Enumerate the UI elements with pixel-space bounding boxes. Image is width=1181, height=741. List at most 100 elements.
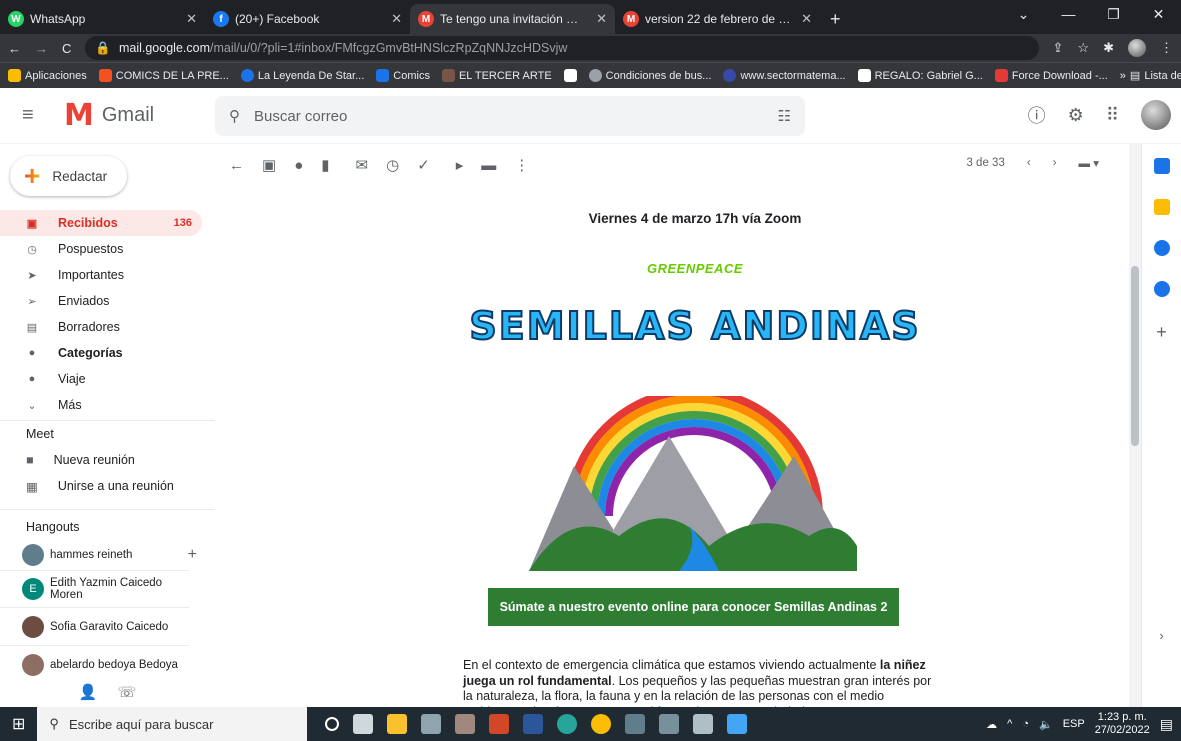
move-to-icon[interactable]: ▸ [456,156,464,174]
task-view-icon[interactable] [353,714,374,734]
older-icon[interactable]: › [1053,157,1057,169]
input-tools-icon[interactable]: ▬ ▾ [1079,156,1099,170]
search-options-icon[interactable]: ☷ [778,107,791,125]
bookmark-item[interactable]: COMICS DE LA PRE... [98,69,229,82]
sidebar-item-snoozed[interactable]: ◷ Pospuestos [0,236,202,262]
add-contact-icon[interactable]: + [188,546,197,564]
close-window-button[interactable]: ✕ [1136,0,1181,28]
share-icon[interactable]: ⇪ [1053,40,1064,56]
language-indicator[interactable]: ESP [1063,718,1085,730]
cortana-icon[interactable] [325,717,340,731]
app-icon[interactable] [557,714,578,734]
paint-icon[interactable] [421,714,442,734]
taskbar-search-input[interactable]: Escribe aquí para buscar [69,717,214,732]
add-task-icon[interactable]: ✓ [417,156,430,174]
back-icon[interactable]: ← [8,41,21,56]
snooze-icon[interactable]: ◷ [386,156,399,174]
tab-gmail-version[interactable]: M version 22 de febrero de piga - h ✕ [615,4,820,34]
close-tab-icon[interactable]: ✕ [391,11,402,27]
join-meeting-item[interactable]: ▦ Unirse a una reunión [0,473,215,499]
expand-panel-icon[interactable]: › [1159,628,1163,643]
search-input[interactable]: Buscar correo [254,108,764,125]
bookmark-item[interactable] [563,69,577,82]
tasks-icon[interactable] [1153,240,1170,256]
close-tab-icon[interactable]: ✕ [801,11,812,27]
more-options-icon[interactable]: ⋮ [514,156,529,174]
tab-whatsapp[interactable]: W WhatsApp ✕ [0,4,205,34]
clock[interactable]: 1:23 p. m. 27/02/2022 [1095,711,1150,737]
calculator-icon[interactable] [625,714,646,734]
search-bar[interactable]: ⚲ Buscar correo ☷ [215,96,805,136]
account-avatar[interactable] [1141,100,1171,130]
notifications-icon[interactable]: ▤ [1160,716,1173,733]
label-icon[interactable]: ▬ [481,157,496,174]
hangouts-contact[interactable]: hammes reineth + [0,540,197,570]
add-addon-icon[interactable]: + [1156,322,1167,343]
bookmark-item[interactable]: REGALO: Gabriel G... [857,69,983,82]
chevron-up-icon[interactable]: ^ [1007,718,1012,730]
sidebar-item-categories[interactable]: ● Categorías [0,340,202,366]
tab-gmail-invitation[interactable]: M Te tengo una invitación 🌈 - ham ✕ [410,4,615,34]
forward-icon[interactable]: → [35,41,48,56]
minimize-button[interactable]: — [1046,0,1091,28]
person-icon[interactable]: 👤 [79,683,98,707]
new-tab-button[interactable]: + [820,4,851,34]
calendar-icon[interactable] [1153,158,1170,174]
sidebar-item-drafts[interactable]: ▤ Borradores [0,314,202,340]
restore-button[interactable]: ❐ [1091,0,1136,28]
tab-facebook[interactable]: f (20+) Facebook ✕ [205,4,410,34]
sidebar-item-viaje[interactable]: ● Viaje [0,366,202,392]
close-tab-icon[interactable]: ✕ [186,11,197,27]
bookmark-star-icon[interactable]: ☆ [1077,40,1089,56]
hangouts-contact[interactable]: Sofia Garavito Caicedo [0,608,189,646]
settings-gear-icon[interactable]: ⚙ [1068,105,1084,126]
close-tab-icon[interactable]: ✕ [596,11,607,27]
windows-start-icon[interactable]: ⊞ [12,714,25,734]
mark-unread-icon[interactable]: ✉ [356,156,369,174]
reading-list[interactable]: »▤Lista de lectura [1120,69,1181,83]
file-explorer-icon[interactable] [387,714,408,734]
scrollbar-thumb[interactable] [1131,266,1139,446]
hangouts-phone-icon[interactable]: ☏ [117,683,136,707]
taskbar-search[interactable]: ⚲ Escribe aquí para buscar [37,707,308,741]
bookmark-item[interactable]: www.sectormatema... [723,69,846,82]
sidebar-item-more[interactable]: ⌄ Más [0,392,202,418]
volume-icon[interactable]: 🔈 [1039,718,1053,731]
email-scrollbar[interactable] [1129,144,1141,707]
network-icon[interactable]: ◔ [1022,718,1029,730]
new-meeting-item[interactable]: ■ Nueva reunión [0,447,215,473]
powerpoint-icon[interactable] [489,714,510,734]
bookmark-item[interactable]: Condiciones de bus... [588,69,711,82]
search-icon[interactable]: ⚲ [229,107,240,125]
app-icon[interactable] [455,714,476,734]
hangouts-contact[interactable]: E Edith Yazmin Caicedo Moren [0,570,189,608]
chrome-icon[interactable] [591,714,612,734]
keep-icon[interactable] [1153,199,1170,215]
app-icon[interactable] [693,714,714,734]
sidebar-item-important[interactable]: ➤ Importantes [0,262,202,288]
bookmark-item[interactable]: Comics [376,69,430,82]
reload-icon[interactable]: C [62,41,71,56]
contacts-icon[interactable] [1153,281,1170,297]
main-menu-icon[interactable]: ≡ [22,104,42,127]
newer-icon[interactable]: ‹ [1027,157,1031,169]
url-input[interactable]: 🔒 mail.google.com/mail/u/0/?pli=1#inbox/… [85,36,1039,60]
profile-avatar[interactable] [1128,39,1146,57]
compose-button[interactable]: + Redactar [10,156,127,196]
bookmark-item[interactable]: Force Download -... [994,69,1108,82]
archive-icon[interactable]: ▣ [262,156,276,174]
tab-search-icon[interactable]: ⌄ [1001,0,1046,28]
extensions-icon[interactable]: ✱ [1103,40,1114,56]
apps-grid-icon[interactable]: ⠿ [1106,105,1119,126]
bookmark-item[interactable]: EL TERCER ARTE [441,69,552,82]
help-icon[interactable]: ⓘ [1028,102,1046,128]
hangouts-contact[interactable]: abelardo bedoya Bedoya [0,646,189,684]
menu-icon[interactable]: ⋮ [1160,40,1173,56]
sidebar-item-inbox[interactable]: ▣ Recibidos 136 [0,210,202,236]
join-event-button[interactable]: Súmate a nuestro evento online para cono… [488,588,899,626]
weather-icon[interactable]: ☁ [986,718,997,731]
app-icon[interactable] [659,714,680,734]
gmail-logo[interactable]: M Gmail [64,98,154,133]
bookmark-item[interactable]: La Leyenda De Star... [240,69,364,82]
word-icon[interactable] [523,714,544,734]
